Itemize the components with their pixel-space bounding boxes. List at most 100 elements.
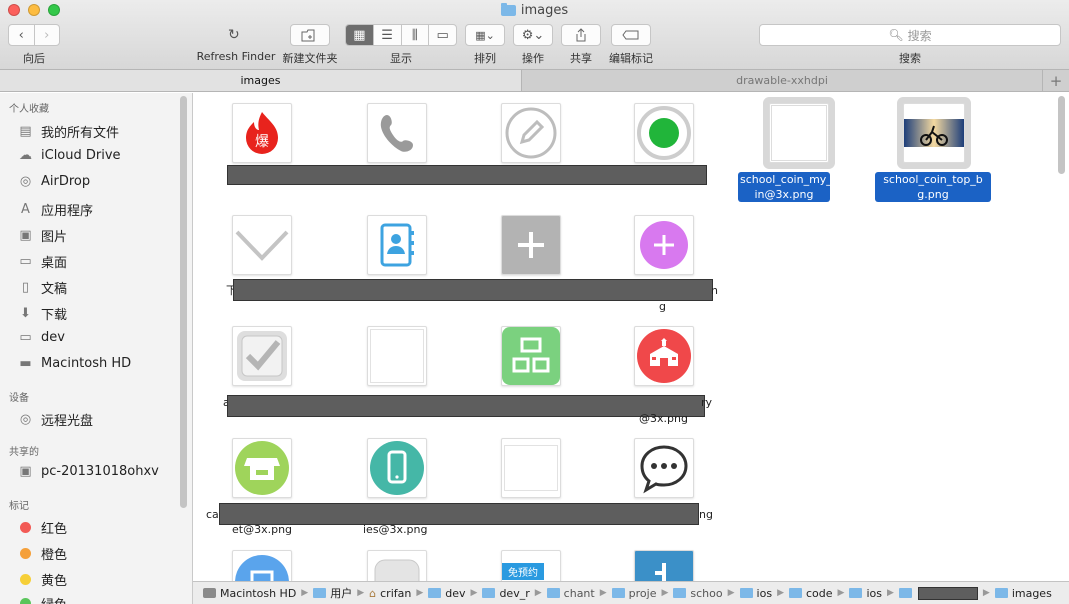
file-thumb[interactable]: 免预约 — [501, 550, 561, 581]
file-thumb[interactable] — [232, 326, 292, 386]
path-item[interactable]: 用户 — [313, 585, 352, 601]
arrange-button[interactable]: ▦⌄ — [465, 24, 505, 46]
path-item[interactable]: chant — [546, 587, 595, 600]
file-thumb[interactable] — [634, 215, 694, 275]
sidebar-item-pictures[interactable]: ▣ 图片 — [17, 226, 67, 245]
chevron-right-icon: ▶ — [837, 588, 845, 598]
selected-file-label[interactable]: school_coin_my_co in@3x.png — [738, 172, 845, 202]
path-item-redacted[interactable] — [898, 586, 978, 600]
path-item[interactable]: proje — [611, 587, 656, 600]
sidebar-item-dev[interactable]: ▭ dev — [17, 330, 65, 345]
path-item-label: code — [805, 586, 833, 600]
path-item[interactable]: code — [788, 586, 833, 600]
search-field[interactable]: 🔍︎ 搜索 — [759, 24, 1061, 46]
file-thumb[interactable] — [232, 550, 292, 581]
action-label: 操作 — [522, 52, 544, 65]
sidebar-item-label: AirDrop — [41, 174, 91, 189]
search-placeholder: 搜索 — [907, 28, 932, 43]
sidebar-item-tag-yellow[interactable]: 黄色 — [17, 570, 67, 589]
file-thumb[interactable] — [501, 326, 561, 386]
tab-drawable-xxhdpi[interactable]: drawable-xxhdpi — [522, 70, 1043, 91]
desktop-icon: ▭ — [19, 254, 32, 269]
file-thumb[interactable] — [367, 326, 427, 386]
file-thumb[interactable] — [634, 438, 694, 498]
sidebar-item-remote-disc[interactable]: ◎ 远程光盘 — [17, 410, 93, 429]
file-thumb[interactable] — [367, 103, 427, 163]
file-thumb[interactable] — [501, 438, 561, 498]
refresh-finder-label[interactable]: Refresh Finder — [197, 50, 276, 63]
sidebar-item-tag-red[interactable]: 红色 — [17, 518, 67, 537]
folder-icon — [898, 588, 912, 598]
sidebar-item-pc[interactable]: ▣ pc-20131018ohxv — [17, 464, 159, 479]
folder-icon — [739, 588, 753, 598]
file-thumb[interactable] — [634, 103, 694, 163]
yellow-tag-icon — [20, 574, 31, 585]
sidebar-scrollbar[interactable] — [180, 96, 187, 508]
content-scrollbar[interactable] — [1058, 96, 1065, 174]
back-button[interactable]: ‹ — [9, 25, 35, 45]
list-view-icon[interactable]: ☰ — [374, 25, 402, 45]
refresh-icon[interactable]: ↻ — [228, 27, 240, 43]
back-forward-control[interactable]: ‹ › — [8, 24, 60, 46]
checkbox-icon — [237, 331, 287, 381]
selected-file-label[interactable]: school_coin_top_b g.png — [875, 172, 991, 202]
rounded-square-icon — [374, 559, 420, 581]
sidebar-item-applications[interactable]: A 应用程序 — [17, 200, 93, 219]
file-thumb[interactable] — [232, 215, 292, 275]
contacts-book-icon — [380, 223, 414, 267]
path-item-label: 用户 — [330, 587, 353, 600]
file-thumb[interactable] — [501, 215, 561, 275]
share-button[interactable] — [561, 24, 601, 46]
file-thumb-selected[interactable] — [769, 103, 829, 163]
folder-icon: ▭ — [19, 330, 32, 345]
view-mode-control[interactable]: ▦ ☰ ⫼ ▭ — [345, 24, 457, 46]
sidebar-item-tag-green[interactable]: 绿色 — [17, 594, 67, 604]
file-thumb[interactable]: 爆 — [232, 103, 292, 163]
file-thumb[interactable] — [367, 438, 427, 498]
redacted-block — [233, 279, 713, 301]
sidebar-item-label: 应用程序 — [41, 204, 94, 219]
sidebar-item-airdrop[interactable]: ◎ AirDrop — [17, 174, 90, 189]
sidebar-item-desktop[interactable]: ▭ 桌面 — [17, 252, 67, 271]
action-button[interactable]: ⚙⌄ — [513, 24, 553, 46]
path-item[interactable]: ios — [849, 587, 882, 600]
file-thumb-selected[interactable] — [903, 103, 965, 163]
edit-tags-button[interactable] — [611, 24, 651, 46]
file-thumb[interactable] — [634, 326, 694, 386]
file-thumb[interactable] — [367, 215, 427, 275]
new-folder-button[interactable] — [290, 24, 330, 46]
cyclists-photo-icon — [904, 119, 964, 147]
path-item[interactable]: schoo — [673, 587, 723, 600]
icon-view-icon[interactable]: ▦ — [346, 25, 374, 45]
monitor-circle-icon — [235, 555, 289, 581]
sidebar-item-macintosh-hd[interactable]: ▬ Macintosh HD — [17, 356, 131, 371]
tab-bar: images drawable-xxhdpi + — [0, 70, 1069, 92]
sidebar-item-downloads[interactable]: ⬇︎ 下载 — [17, 304, 67, 323]
path-item[interactable]: dev_r — [482, 587, 530, 600]
file-thumb[interactable] — [367, 550, 427, 581]
file-thumb[interactable] — [634, 550, 694, 581]
file-thumb[interactable] — [501, 103, 561, 163]
file-label-fragment: ry — [701, 396, 713, 409]
sidebar-item-label: 下载 — [41, 308, 68, 323]
sidebar-item-icloud[interactable]: ☁︎ iCloud Drive — [17, 148, 121, 163]
sidebar-item-all-files[interactable]: ▤ 我的所有文件 — [17, 122, 119, 141]
add-tab-button[interactable]: + — [1043, 70, 1069, 91]
file-thumb[interactable] — [232, 438, 292, 498]
path-item[interactable]: ios — [739, 587, 772, 600]
path-item[interactable]: dev — [428, 587, 466, 600]
mobile-icon — [370, 441, 424, 495]
forward-button[interactable]: › — [35, 25, 60, 45]
column-view-icon[interactable]: ⫼ — [402, 25, 430, 45]
sidebar-item-documents[interactable]: ▯ 文稿 — [17, 278, 67, 297]
sidebar-item-tag-orange[interactable]: 橙色 — [17, 544, 67, 563]
path-item[interactable]: ⌂ crifan — [369, 587, 411, 600]
path-item[interactable]: images — [994, 587, 1052, 600]
sidebar-item-label: 文稿 — [41, 282, 68, 297]
sidebar-header-tags: 标记 — [9, 501, 29, 512]
phone-icon — [380, 115, 413, 152]
cover-flow-icon[interactable]: ▭ — [429, 25, 456, 45]
path-item[interactable]: Macintosh HD — [203, 587, 296, 600]
tab-images[interactable]: images — [0, 70, 522, 91]
back-label: 向后 — [23, 52, 45, 65]
